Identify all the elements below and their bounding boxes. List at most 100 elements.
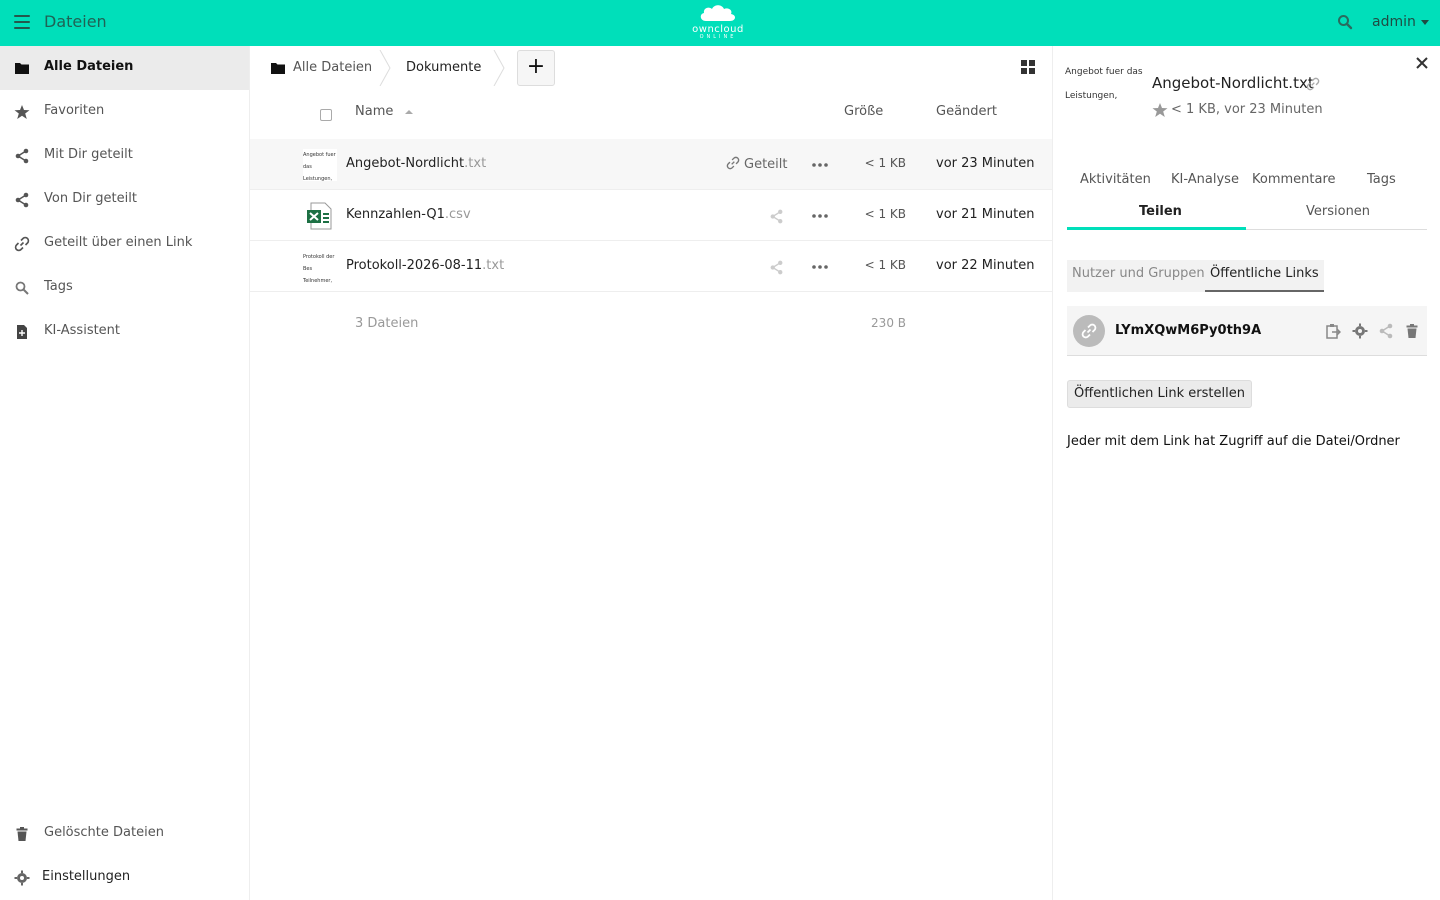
active-tab-indicator	[1067, 227, 1246, 230]
file-name[interactable]: Angebot-Nordlicht.txt	[346, 156, 486, 171]
breadcrumb-current[interactable]: Dokumente	[406, 60, 481, 75]
file-list-area: Alle Dateien Dokumente + Name Größe Geän…	[250, 46, 1052, 900]
file-modified: vor 22 Minuten	[936, 258, 1035, 273]
share-icon[interactable]	[1378, 323, 1394, 339]
summary-file-count: 3 Dateien	[355, 316, 419, 331]
file-name[interactable]: Kennzahlen-Q1.csv	[346, 207, 471, 222]
sidebar-item-ai-assistant[interactable]: KI-Assistent	[0, 310, 249, 354]
share-icon	[15, 192, 29, 208]
grid-view-icon[interactable]	[1021, 60, 1035, 74]
thumbnail-text: Leistungen, Zeitp	[1065, 91, 1118, 101]
tab-ai-analysis[interactable]: KI-Analyse	[1171, 172, 1239, 187]
details-file-title: Angebot-Nordlicht.txt	[1152, 74, 1314, 92]
sidebar-item-favorites[interactable]: Favoriten	[0, 90, 249, 134]
clipboard-icon[interactable]	[1325, 323, 1341, 339]
file-thumbnail: Protokoll der Bes Teilnehmer, Besc	[303, 251, 337, 283]
user-menu[interactable]: admin	[1372, 14, 1429, 30]
new-file-button[interactable]: +	[517, 50, 555, 86]
sidebar: Alle Dateien Favoriten Mit Dir geteilt V…	[0, 46, 250, 900]
sidebar-item-deleted-files[interactable]: Gelöschte Dateien	[0, 812, 249, 856]
shared-button[interactable]: Geteilt	[726, 156, 788, 172]
cloud-icon	[700, 5, 736, 21]
user-name: admin	[1372, 14, 1416, 30]
file-base-name: Kennzahlen-Q1	[346, 207, 445, 222]
owncloud-logo: owncloud ONLINE	[688, 4, 748, 42]
app-title: Dateien	[44, 12, 107, 31]
column-header-modified[interactable]: Geändert	[936, 104, 997, 119]
menu-icon[interactable]	[14, 15, 30, 29]
tab-comments[interactable]: Kommentare	[1252, 172, 1336, 187]
thumbnail-text: Leistungen, Zeitp	[303, 176, 333, 181]
file-name[interactable]: Protokoll-2026-08-11.txt	[346, 258, 504, 273]
gear-icon[interactable]	[1352, 323, 1368, 339]
subtab-users-groups[interactable]: Nutzer und Gruppen	[1067, 260, 1210, 292]
tab-tags[interactable]: Tags	[1367, 172, 1396, 187]
link-icon	[726, 156, 740, 170]
gear-icon	[14, 870, 30, 886]
file-extension: .txt	[464, 156, 487, 171]
sidebar-item-tags[interactable]: Tags	[0, 266, 249, 310]
file-modified: vor 21 Minuten	[936, 207, 1035, 222]
shared-label: Geteilt	[744, 157, 788, 172]
file-thumbnail: Angebot fuer das Leistungen, Zeitp	[303, 149, 337, 181]
search-icon[interactable]	[1337, 14, 1355, 32]
table-row[interactable]: Kennzahlen-Q1.csv < 1 KB vor 21 Minuten	[250, 190, 1052, 241]
sidebar-item-label: Tags	[44, 279, 73, 294]
file-size: < 1 KB	[864, 156, 906, 170]
more-options-icon[interactable]	[812, 163, 828, 167]
tab-versions[interactable]: Versionen	[1306, 204, 1370, 219]
file-size: < 1 KB	[864, 207, 906, 221]
file-size: < 1 KB	[864, 258, 906, 272]
column-header-label: Name	[355, 104, 394, 119]
sidebar-item-label: Geteilt über einen Link	[44, 235, 193, 250]
sidebar-item-shared-by-you[interactable]: Von Dir geteilt	[0, 178, 249, 222]
more-options-icon[interactable]	[812, 214, 828, 218]
share-icon	[15, 148, 29, 164]
table-row[interactable]: Angebot fuer das Leistungen, Zeitp Angeb…	[250, 139, 1052, 190]
column-header-name[interactable]: Name	[355, 104, 414, 119]
sidebar-item-settings[interactable]: Einstellungen	[0, 856, 249, 900]
sidebar-item-label: Gelöschte Dateien	[44, 825, 164, 840]
thumbnail-text: Teilnehmer, Besc	[303, 278, 333, 283]
summary-total-size: 230 B	[871, 316, 906, 330]
sort-ascending-icon	[404, 109, 413, 114]
public-link-info: Jeder mit dem Link hat Zugriff auf die D…	[1067, 434, 1400, 449]
tag-search-icon	[15, 281, 29, 295]
trash-icon[interactable]	[1404, 323, 1420, 339]
sidebar-item-shared-by-link[interactable]: Geteilt über einen Link	[0, 222, 249, 266]
tab-activities[interactable]: Aktivitäten	[1080, 172, 1151, 187]
public-link-entry: LYmXQwM6Py0th9A	[1067, 306, 1427, 356]
details-thumbnail: Angebot fuer das Leistungen, Zeitp	[1065, 60, 1143, 104]
select-all-checkbox[interactable]	[320, 109, 332, 121]
create-public-link-button[interactable]: Öffentlichen Link erstellen	[1067, 380, 1252, 408]
file-extension: .csv	[444, 207, 471, 222]
close-icon[interactable]	[1415, 56, 1429, 70]
thumbnail-text: Angebot fuer das	[1065, 67, 1143, 77]
sidebar-item-all-files[interactable]: Alle Dateien	[0, 46, 249, 90]
link-avatar	[1073, 315, 1105, 347]
chevron-down-icon	[1420, 19, 1429, 25]
ai-file-icon	[17, 325, 27, 339]
folder-icon	[15, 63, 29, 74]
link-icon[interactable]	[1306, 77, 1320, 91]
details-panel: Angebot fuer das Leistungen, Zeitp Angeb…	[1052, 46, 1440, 900]
sidebar-item-label: Alle Dateien	[44, 59, 134, 74]
share-icon[interactable]	[769, 260, 784, 275]
sidebar-item-label: Favoriten	[44, 103, 105, 118]
subtab-public-links[interactable]: Öffentliche Links	[1205, 260, 1324, 292]
tab-sharing[interactable]: Teilen	[1139, 204, 1182, 219]
star-icon[interactable]	[1152, 102, 1168, 118]
link-token: LYmXQwM6Py0th9A	[1115, 323, 1262, 338]
folder-icon	[271, 63, 285, 74]
details-meta: < 1 KB, vor 23 Minuten	[1171, 102, 1323, 117]
thumbnail-text: Protokoll der Bes	[303, 254, 335, 272]
share-icon[interactable]	[769, 209, 784, 224]
table-row[interactable]: Protokoll der Bes Teilnehmer, Besc Proto…	[250, 241, 1052, 292]
more-options-icon[interactable]	[812, 265, 828, 269]
breadcrumb-root[interactable]: Alle Dateien	[293, 60, 372, 75]
sidebar-item-label: Einstellungen	[42, 869, 131, 884]
sidebar-item-shared-with-you[interactable]: Mit Dir geteilt	[0, 134, 249, 178]
sidebar-item-label: Mit Dir geteilt	[44, 147, 133, 162]
column-header-size[interactable]: Größe	[844, 104, 883, 119]
sidebar-item-label: Von Dir geteilt	[44, 191, 137, 206]
